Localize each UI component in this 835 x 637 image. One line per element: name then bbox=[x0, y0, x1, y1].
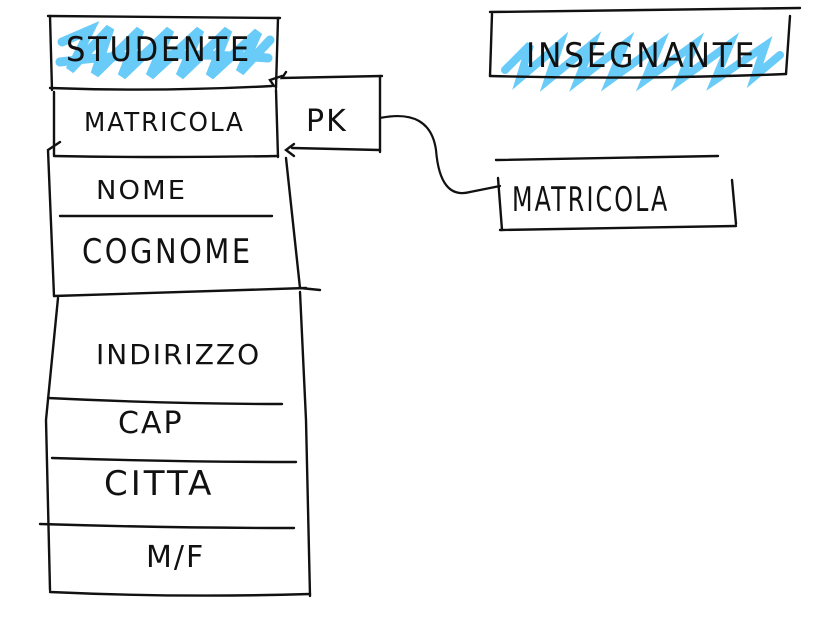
sesso-field-label: M/F bbox=[146, 540, 206, 575]
nome-cognome-box bbox=[46, 140, 322, 298]
pk-connector-line bbox=[378, 114, 502, 195]
indirizzo-field-label: INDIRIZZO bbox=[96, 338, 262, 371]
insegnante-title: INSEGNANTE bbox=[526, 36, 758, 76]
matricola-field-label: MATRICOLA bbox=[84, 108, 245, 138]
pk-label: PK bbox=[306, 104, 348, 139]
sketch-strokes bbox=[38, 6, 802, 598]
studente-title: STUDENTE bbox=[66, 30, 252, 70]
diagram-canvas: STUDENTE INSEGNANTE MATRICOLA PK NOME CO… bbox=[0, 0, 835, 637]
cognome-field-label: COGNOME bbox=[82, 232, 253, 272]
nome-field-label: NOME bbox=[96, 176, 188, 206]
citta-field-label: CITTA bbox=[104, 464, 215, 504]
cap-field-label: CAP bbox=[118, 406, 184, 441]
matricola-box-label: MATRICOLA bbox=[512, 180, 670, 220]
